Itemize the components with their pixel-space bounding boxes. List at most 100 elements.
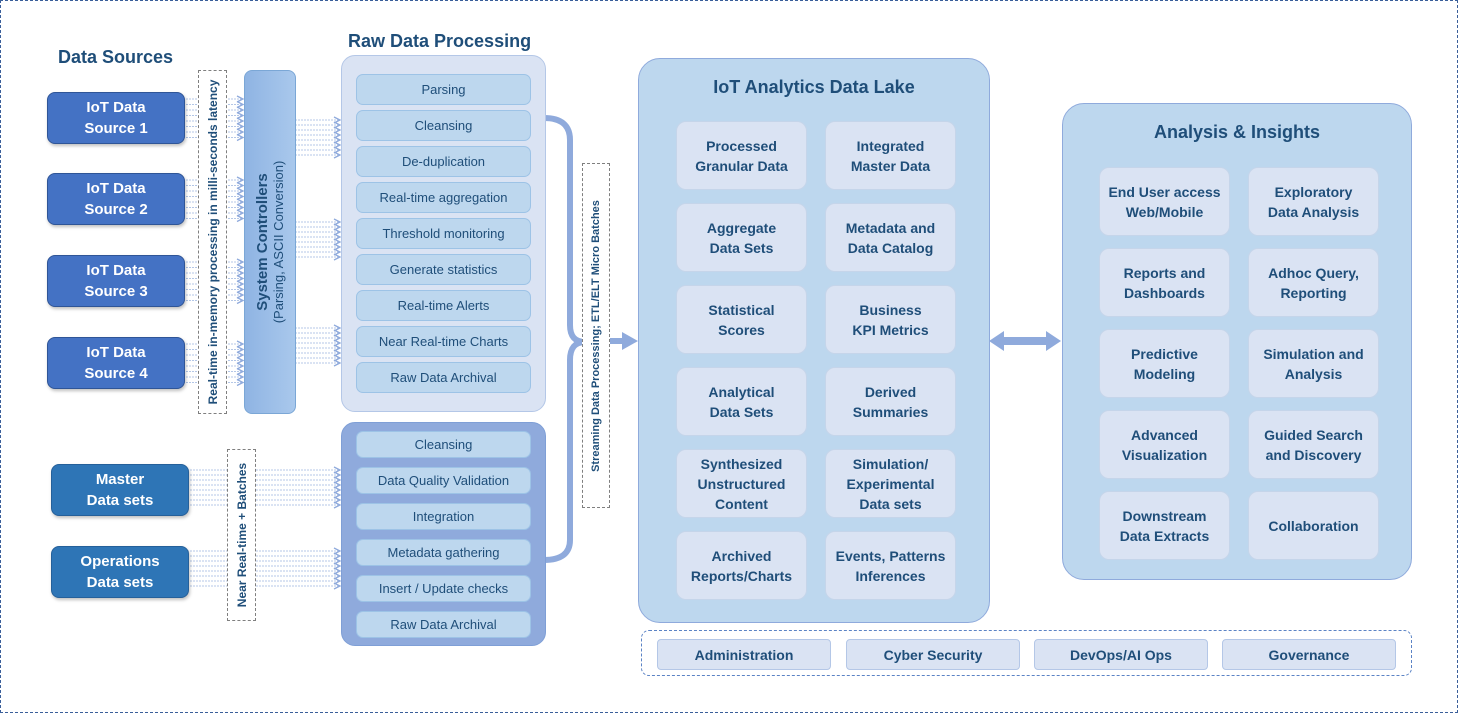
raw-step[interactable]: Near Real-time Charts [356,326,531,357]
data-lake-tile[interactable]: Analytical Data Sets [676,367,807,436]
data-lake-tile[interactable]: Derived Summaries [825,367,956,436]
batch-step[interactable]: Integration [356,503,531,530]
insights-panel: Analysis & Insights End User access Web/M… [1062,103,1412,580]
data-lake-tile[interactable]: Statistical Scores [676,285,807,354]
insights-tile[interactable]: Simulation and Analysis [1248,329,1379,398]
near-realtime-label-box: Near Real-time + Batches [227,449,256,621]
controllers-title: System Controllers [254,173,271,311]
raw-step[interactable]: Generate statistics [356,254,531,285]
batch-step[interactable]: Insert / Update checks [356,575,531,602]
system-controllers[interactable]: System Controllers (Parsing, ASCII Conve… [244,70,296,414]
insights-tile[interactable]: Exploratory Data Analysis [1248,167,1379,236]
tile-label: Scores [718,321,765,338]
tile-label: Adhoc Query, [1268,264,1359,281]
tile-label: Synthesized [700,455,783,472]
tile-label: Dashboards [1124,284,1205,301]
insights-tile[interactable]: Reports and Dashboards [1099,248,1230,317]
data-lake-tile[interactable]: Archived Reports/Charts [676,531,807,600]
insights-tile[interactable]: Adhoc Query, Reporting [1248,248,1379,317]
source-label: Source 1 [84,120,148,137]
tile-label: Visualization [1121,446,1208,463]
tile-label: Content [715,495,768,512]
tile-label: and Discovery [1265,446,1362,463]
raw-step[interactable]: Parsing [356,74,531,105]
tile-label: Simulation/ [852,455,929,472]
streaming-label-box: Streaming Data Processing; ETL/ELT Micro… [582,163,610,508]
tile-label: Advanced [1131,426,1198,443]
operations-data-source[interactable]: Operations Data sets [51,546,189,598]
iot-source-1[interactable]: IoT Data Source 1 [47,92,185,144]
source-label: Source 3 [84,283,148,300]
insights-tile[interactable]: Downstream Data Extracts [1099,491,1230,560]
source-label: IoT Data [86,99,146,116]
batch-processing-panel: Cleansing Data Quality Validation Integr… [341,422,546,646]
insights-tile[interactable]: Predictive Modeling [1099,329,1230,398]
raw-step[interactable]: Real-time aggregation [356,182,531,213]
iot-source-2[interactable]: IoT Data Source 2 [47,173,185,225]
tile-label: Unstructured [697,475,786,492]
tile-label: Data Sets [709,239,774,256]
governance-item[interactable]: Governance [1222,639,1396,670]
tile-label: Processed [706,137,777,154]
batch-step[interactable]: Cleansing [356,431,531,458]
data-lake-tile[interactable]: Processed Granular Data [676,121,807,190]
tile-label: Events, Patterns [835,547,946,564]
insights-tile[interactable]: End User access Web/Mobile [1099,167,1230,236]
data-lake-tile[interactable]: Business KPI Metrics [825,285,956,354]
tile-label: Integrated [856,137,925,154]
tile-label: Analysis [1284,365,1343,382]
data-lake-tile[interactable]: Events, Patterns Inferences [825,531,956,600]
data-lake-tile[interactable]: Simulation/Experimental Data sets [825,449,956,518]
tile-label: Simulation and [1263,345,1364,362]
data-lake-tile[interactable]: Metadata and Data Catalog [825,203,956,272]
tile-label: Data Analysis [1267,203,1360,220]
source-label: Data sets [86,492,154,509]
realtime-latency-label: Real-time in-memory processing in milli-… [205,79,220,405]
batch-step[interactable]: Raw Data Archival [356,611,531,638]
batch-step[interactable]: Metadata gathering [356,539,531,566]
data-lake-tile[interactable]: Aggregate Data Sets [676,203,807,272]
iot-source-3[interactable]: IoT Data Source 3 [47,255,185,307]
cyber-security-item[interactable]: Cyber Security [846,639,1020,670]
master-data-source[interactable]: Master Data sets [51,464,189,516]
tile-label: Metadata and [845,219,936,236]
raw-processing-panel: Parsing Cleansing De-duplication Real-ti… [341,55,546,412]
devops-aiops-item[interactable]: DevOps/AI Ops [1034,639,1208,670]
source-label: Master [95,471,145,488]
tile-label: Master Data [850,157,931,174]
raw-step[interactable]: Real-time Alerts [356,290,531,321]
insights-tile[interactable]: Guided Search and Discovery [1248,410,1379,479]
tile-label: Aggregate [706,219,777,236]
raw-step[interactable]: Raw Data Archival [356,362,531,393]
tile-label: Analytical [708,383,775,400]
raw-step[interactable]: Threshold monitoring [356,218,531,249]
source-label: IoT Data [86,344,146,361]
streaming-label: Streaming Data Processing; ETL/ELT Micro… [590,199,602,472]
data-sources-title: Data Sources [58,47,174,67]
tile-label: Inferences [855,567,926,584]
tile-label: Predictive [1131,345,1198,362]
tile-label: Archived [711,547,772,564]
source-label: Operations [80,553,160,570]
iot-source-4[interactable]: IoT Data Source 4 [47,337,185,389]
tile-label: Experimental [846,475,935,492]
administration-item[interactable]: Administration [657,639,831,670]
raw-step[interactable]: De-duplication [356,146,531,177]
tile-label: Web/Mobile [1125,203,1204,220]
data-lake-tile[interactable]: Integrated Master Data [825,121,956,190]
tile-label: Reports and [1123,264,1206,281]
source-label: Source 2 [84,201,148,218]
insights-tile[interactable]: Advanced Visualization [1099,410,1230,479]
controllers-subtitle: (Parsing, ASCII Conversion) [271,160,286,324]
tile-label: Granular Data [695,157,788,174]
source-label: IoT Data [86,180,146,197]
raw-step[interactable]: Cleansing [356,110,531,141]
insights-tile[interactable]: Collaboration [1248,491,1379,560]
realtime-latency-label-box: Real-time in-memory processing in milli-… [198,70,227,414]
insights-title: Analysis & Insights [1153,122,1321,142]
tile-label: Data Extracts [1119,527,1210,544]
tile-label: KPI Metrics [852,321,929,338]
batch-step[interactable]: Data Quality Validation [356,467,531,494]
data-lake-tile[interactable]: Synthesized Unstructured Content [676,449,807,518]
tile-label: Data Sets [709,403,774,420]
